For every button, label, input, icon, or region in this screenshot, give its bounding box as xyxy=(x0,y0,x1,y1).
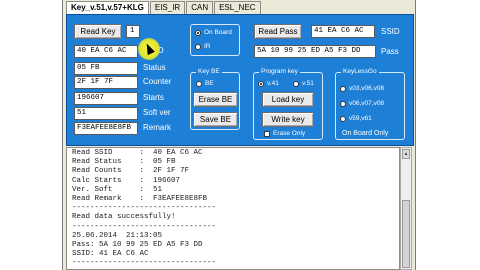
log-line: Ver. Soft : 51 xyxy=(72,185,163,194)
tab-esl-nec[interactable]: ESL_NEC xyxy=(214,1,261,14)
tab-key[interactable]: Key_v.51,v.57+KLG xyxy=(66,1,149,14)
key-be-title: Key BE xyxy=(196,68,222,75)
log-scrollbar[interactable]: ▲ xyxy=(400,147,412,270)
log-line: Read Counts : 2F 1F 7F xyxy=(72,167,190,176)
log-line: Read Remark : F3EAFEE8E8FB xyxy=(72,194,208,203)
read-key-button[interactable]: Read Key xyxy=(74,24,122,39)
log-divider: -------------------------------- xyxy=(72,222,217,231)
checkbox-icon xyxy=(264,130,270,137)
radio-icon xyxy=(340,100,346,107)
pass-ssid-field[interactable]: 41 EA C6 AC xyxy=(311,25,375,38)
v41-radio[interactable]: v.41 xyxy=(258,80,279,87)
erase-be-button[interactable]: Erase BE xyxy=(193,92,238,107)
keyless-v59-v61-radio[interactable]: v59,v61 xyxy=(340,115,372,122)
keylessgo-title: KeyLessGo xyxy=(341,68,379,75)
radio-icon xyxy=(340,85,346,92)
radio-icon xyxy=(340,115,346,122)
remark-label: Remark xyxy=(143,123,172,132)
counter-label: Counter xyxy=(143,77,172,86)
scroll-up-arrow-icon[interactable]: ▲ xyxy=(402,149,410,159)
pass-ssid-label: SSID xyxy=(381,27,400,36)
be-radio[interactable]: BE xyxy=(196,80,214,87)
radio-icon xyxy=(293,80,299,87)
log-line: Pass: 5A 10 99 25 ED A5 F3 DD xyxy=(72,240,203,249)
counter-field[interactable]: 2F 1F 7F xyxy=(74,76,138,89)
starts-field[interactable]: 196607 xyxy=(74,92,138,105)
remark-field[interactable]: F3EAFEE8E8FB xyxy=(74,122,138,135)
ir-radio[interactable]: IR xyxy=(195,43,211,50)
log-output[interactable]: Read SSID : 40 EA C6 AC Read Status : 05… xyxy=(66,147,400,270)
keyless-v06-v07-v08-radio[interactable]: v06,v07,v08 xyxy=(340,100,384,107)
erase-only-checkbox[interactable]: Erase Only xyxy=(264,130,305,137)
soft-ver-field[interactable]: 51 xyxy=(74,107,138,120)
log-line: Read SSID : 40 EA C6 AC xyxy=(72,149,203,157)
read-pass-button[interactable]: Read Pass xyxy=(254,24,302,39)
scroll-thumb[interactable] xyxy=(402,200,410,268)
keyless-v03-v06-v08-radio[interactable]: v03,v06,v08 xyxy=(340,85,384,92)
tab-bar: Key_v.51,v.57+KLG EIS_IR CAN ESL_NEC xyxy=(66,1,262,14)
tab-can[interactable]: CAN xyxy=(186,1,214,14)
tab-eis-ir[interactable]: EIS_IR xyxy=(149,1,186,14)
radio-icon xyxy=(196,80,202,87)
status-label: Status xyxy=(143,63,166,72)
log-line: Read Status : 05 FB xyxy=(72,158,176,167)
radio-selected-icon xyxy=(195,29,201,36)
radio-selected-icon xyxy=(258,80,264,87)
status-field[interactable]: 05 FB xyxy=(74,62,138,75)
log-line: SSID: 41 EA C6 AC xyxy=(72,250,149,259)
log-divider: -------------------------------- xyxy=(72,259,217,268)
save-be-button[interactable]: Save BE xyxy=(193,112,238,127)
ssid-field[interactable]: 40 EA C6 AC xyxy=(74,45,138,58)
radio-icon xyxy=(195,43,201,50)
log-line: Calc Starts : 196607 xyxy=(72,176,181,185)
soft-ver-label: Soft ver xyxy=(143,108,171,117)
write-key-button[interactable]: Write key xyxy=(262,112,314,127)
pass-field[interactable]: 5A 10 99 25 ED A5 F3 DD xyxy=(254,45,376,58)
on-board-radio[interactable]: On Board xyxy=(195,29,232,36)
program-key-title: Program key xyxy=(259,68,300,75)
log-line: Read data successfully! xyxy=(72,213,176,222)
load-key-button[interactable]: Load key xyxy=(262,92,314,107)
pass-label: Pass xyxy=(381,47,399,56)
starts-label: Starts xyxy=(143,93,164,102)
log-divider: -------------------------------- xyxy=(72,204,217,213)
log-line: 25.06.2014 21:13:05 xyxy=(72,231,163,240)
on-board-only-label: On Board Only xyxy=(342,130,389,137)
v51-radio[interactable]: v.51 xyxy=(293,80,314,87)
key-index-field[interactable]: 1 xyxy=(126,25,140,38)
